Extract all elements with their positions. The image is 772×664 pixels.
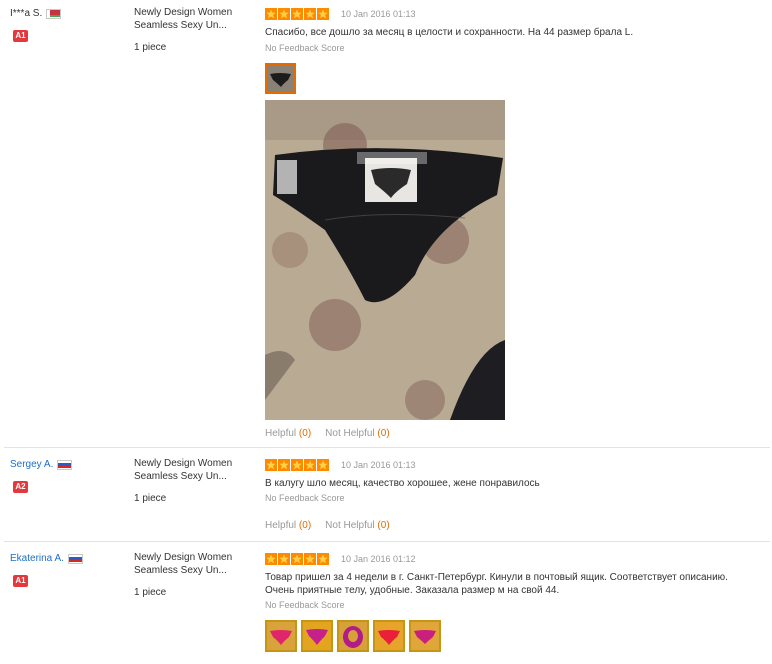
product-name-line: Seamless Sexy Un...	[134, 20, 227, 31]
review-text-line: Товар пришел за 4 недели в г. Санкт-Пете…	[265, 572, 728, 583]
rating-stars	[265, 553, 329, 565]
helpful-count: (0)	[298, 428, 312, 439]
order-quantity: 1 piece	[134, 587, 167, 598]
review-date: 10 Jan 2016 01:12	[341, 554, 416, 564]
photo-thumbnail-image	[339, 622, 367, 650]
buyer-level-badge: A1	[13, 575, 28, 587]
star-icon	[265, 553, 277, 565]
helpful-votes: Helpful (0) Not Helpful (0)	[265, 428, 390, 439]
not-helpful-count: (0)	[377, 428, 390, 439]
star-icon	[304, 553, 316, 565]
helpful-votes: Helpful (0) Not Helpful (0)	[265, 520, 390, 531]
buyer-name-link[interactable]: Sergey A.	[10, 459, 53, 470]
product-name-line: Seamless Sexy Un...	[134, 471, 227, 482]
helpful-button[interactable]: Helpful (0)	[265, 520, 311, 531]
buyer-info: Ekaterina A.	[10, 553, 83, 564]
rating-stars	[265, 8, 329, 20]
russia-flag-icon	[57, 459, 73, 470]
feedback-score: No Feedback Score	[265, 600, 345, 610]
russia-flag-icon	[67, 553, 83, 564]
photo-thumbnail-image	[411, 622, 439, 650]
order-quantity: 1 piece	[134, 493, 167, 504]
not-helpful-count: (0)	[377, 520, 390, 531]
star-icon	[265, 8, 277, 20]
product-name-line: Seamless Sexy Un...	[134, 565, 227, 576]
star-icon	[291, 8, 303, 20]
review-photo[interactable]	[265, 100, 505, 420]
photo-thumbnail-image	[267, 65, 294, 92]
photo-thumbnail[interactable]	[373, 620, 405, 652]
review-date: 10 Jan 2016 01:13	[341, 9, 416, 19]
photo-thumbnail-image	[267, 622, 295, 650]
star-icon	[317, 553, 329, 565]
star-icon	[304, 459, 316, 471]
not-helpful-count-value: 0	[380, 428, 387, 439]
review-photo-thumbnails	[265, 620, 441, 652]
star-icon	[278, 459, 290, 471]
buyer-name: I***a S.	[10, 8, 43, 19]
order-quantity: 1 piece	[134, 42, 167, 53]
buyer-level-badge: A2	[13, 481, 28, 493]
product-name[interactable]: Newly Design Women Seamless Sexy Un...	[134, 551, 249, 577]
product-name[interactable]: Newly Design Women Seamless Sexy Un...	[134, 457, 249, 483]
helpful-count-value: 0	[302, 520, 308, 531]
helpful-label: Helpful	[265, 520, 297, 531]
buyer-level-badge: A1	[13, 30, 28, 42]
star-icon	[291, 553, 303, 565]
buyer-name-link[interactable]: Ekaterina A.	[10, 553, 64, 564]
buyer-info: I***a S.	[10, 8, 62, 19]
star-icon	[278, 553, 290, 565]
helpful-count: (0)	[298, 520, 312, 531]
not-helpful-count-value: 0	[380, 520, 387, 531]
product-name-line: Newly Design Women	[134, 458, 233, 469]
star-icon	[317, 459, 329, 471]
photo-thumbnail[interactable]	[301, 620, 333, 652]
review-text: Спасибо, все дошло за месяц в целости и …	[265, 27, 634, 38]
review-text: В калугу шло месяц, качество хорошее, же…	[265, 478, 540, 489]
photo-thumbnail-image	[303, 622, 331, 650]
helpful-count-value: 0	[302, 428, 308, 439]
review-date: 10 Jan 2016 01:13	[341, 460, 416, 470]
photo-thumbnail[interactable]	[337, 620, 369, 652]
belarus-flag-icon	[46, 8, 62, 19]
review-divider	[4, 541, 770, 542]
star-icon	[278, 8, 290, 20]
product-name[interactable]: Newly Design Women Seamless Sexy Un...	[134, 6, 249, 32]
photo-thumbnail-selected[interactable]	[265, 63, 296, 94]
not-helpful-label: Not Helpful	[325, 520, 375, 531]
review-item: Sergey A. A2 Newly Design Women Seamless…	[0, 451, 770, 539]
rating-stars	[265, 459, 329, 471]
product-name-line: Newly Design Women	[134, 7, 233, 18]
star-icon	[317, 8, 329, 20]
buyer-info: Sergey A.	[10, 459, 73, 470]
not-helpful-button[interactable]: Not Helpful (0)	[325, 520, 390, 531]
review-divider	[4, 447, 770, 448]
photo-thumbnail[interactable]	[265, 620, 297, 652]
not-helpful-label: Not Helpful	[325, 428, 375, 439]
star-icon	[265, 459, 277, 471]
photo-thumbnail-image	[375, 622, 403, 650]
feedback-score: No Feedback Score	[265, 43, 345, 53]
review-text: Товар пришел за 4 недели в г. Санкт-Пете…	[265, 571, 765, 597]
not-helpful-button[interactable]: Not Helpful (0)	[325, 428, 390, 439]
helpful-button[interactable]: Helpful (0)	[265, 428, 311, 439]
review-text-line: Очень приятные телу, удобные. Заказала р…	[265, 585, 560, 596]
photo-thumbnail[interactable]	[409, 620, 441, 652]
product-name-line: Newly Design Women	[134, 552, 233, 563]
helpful-label: Helpful	[265, 428, 297, 439]
star-icon	[291, 459, 303, 471]
feedback-score: No Feedback Score	[265, 493, 345, 503]
review-item: I***a S. A1 Newly Design Women Seamless …	[0, 0, 770, 448]
star-icon	[304, 8, 316, 20]
